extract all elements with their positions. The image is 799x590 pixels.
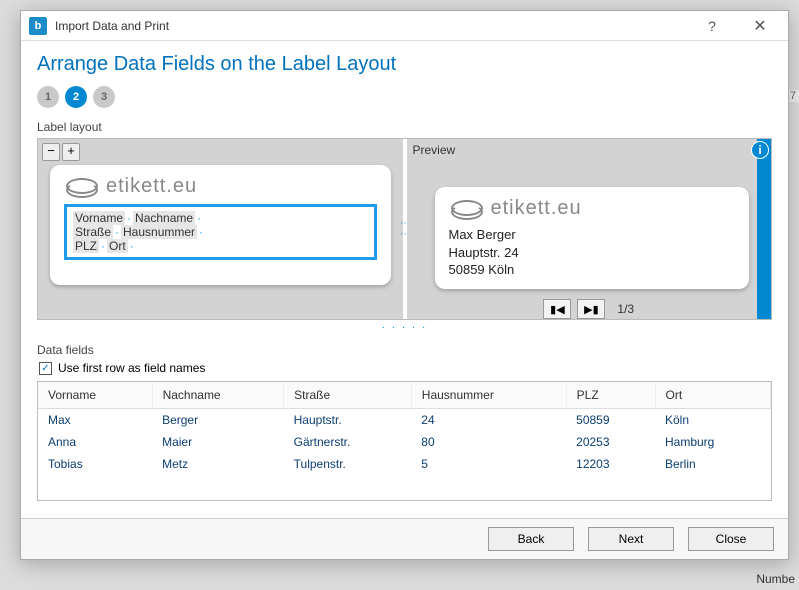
preview-line-1: Max Berger xyxy=(449,226,736,244)
page-title: Arrange Data Fields on the Label Layout xyxy=(37,53,772,76)
col-ort[interactable]: Ort xyxy=(655,382,771,409)
help-button[interactable]: ? xyxy=(692,18,732,34)
data-table[interactable]: Vorname Nachname Straße Hausnummer PLZ O… xyxy=(37,381,772,501)
col-hausnummer[interactable]: Hausnummer xyxy=(411,382,566,409)
close-icon[interactable]: ✕ xyxy=(740,16,780,36)
col-plz[interactable]: PLZ xyxy=(566,382,655,409)
step-3[interactable]: 3 xyxy=(93,86,115,108)
app-icon: b xyxy=(29,17,47,35)
back-button[interactable]: Back xyxy=(488,527,574,551)
data-fields-header: Data fields xyxy=(37,343,772,357)
preview-card: etikett.eu Max Berger Hauptstr. 24 50859… xyxy=(435,187,750,289)
background-label: Numbe xyxy=(756,572,795,586)
first-row-checkbox[interactable] xyxy=(39,362,52,375)
next-button[interactable]: Next xyxy=(588,527,674,551)
col-vorname[interactable]: Vorname xyxy=(38,382,152,409)
wizard-steps: 1 2 3 xyxy=(37,86,772,108)
step-2[interactable]: 2 xyxy=(65,86,87,108)
col-nachname[interactable]: Nachname xyxy=(152,382,284,409)
preview-line-3: 50859 Köln xyxy=(449,261,736,279)
logo-icon xyxy=(449,198,483,220)
zoom-out-button[interactable]: − xyxy=(42,143,60,161)
layout-preview-row: − + etikett.eu Vorname·Nachname· Straße·… xyxy=(37,138,772,320)
label-layout-header: Label layout xyxy=(37,120,772,134)
logo-text: etikett.eu xyxy=(106,175,197,198)
first-row-checkbox-label[interactable]: Use first row as field names xyxy=(58,361,205,375)
record-counter: 1/3 xyxy=(617,302,634,316)
button-bar: Back Next Close xyxy=(21,518,788,559)
preview-header: Preview xyxy=(407,139,772,161)
label-canvas[interactable]: etikett.eu Vorname·Nachname· Straße·Haus… xyxy=(50,165,391,285)
prev-record-button[interactable]: ▮◀ xyxy=(543,299,571,319)
col-strasse[interactable]: Straße xyxy=(284,382,412,409)
titlebar[interactable]: b Import Data and Print ? ✕ xyxy=(21,11,788,41)
table-row[interactable]: TobiasMetzTulpenstr.512203Berlin xyxy=(38,453,771,475)
logo-text: etikett.eu xyxy=(491,197,582,220)
next-record-button[interactable]: ▶▮ xyxy=(577,299,605,319)
preview-panel: i Preview etikett.eu Max Berger Hauptstr… xyxy=(407,139,772,319)
preview-line-2: Hauptstr. 24 xyxy=(449,244,736,262)
table-row[interactable]: MaxBergerHauptstr.2450859Köln xyxy=(38,409,771,432)
import-wizard-dialog: b Import Data and Print ? ✕ Arrange Data… xyxy=(20,10,789,560)
window-title: Import Data and Print xyxy=(55,19,684,33)
preview-scrollbar[interactable] xyxy=(757,139,771,319)
close-button[interactable]: Close xyxy=(688,527,774,551)
horizontal-splitter[interactable]: · · · · · xyxy=(37,322,772,333)
field-editor[interactable]: Vorname·Nachname· Straße·Hausnummer· PLZ… xyxy=(64,204,377,260)
info-icon[interactable]: i xyxy=(751,141,769,159)
table-row[interactable]: AnnaMaierGärtnerstr.8020253Hamburg xyxy=(38,431,771,453)
zoom-in-button[interactable]: + xyxy=(62,143,80,161)
layout-panel: − + etikett.eu Vorname·Nachname· Straße·… xyxy=(38,139,403,319)
logo-icon xyxy=(64,176,98,198)
step-1[interactable]: 1 xyxy=(37,86,59,108)
